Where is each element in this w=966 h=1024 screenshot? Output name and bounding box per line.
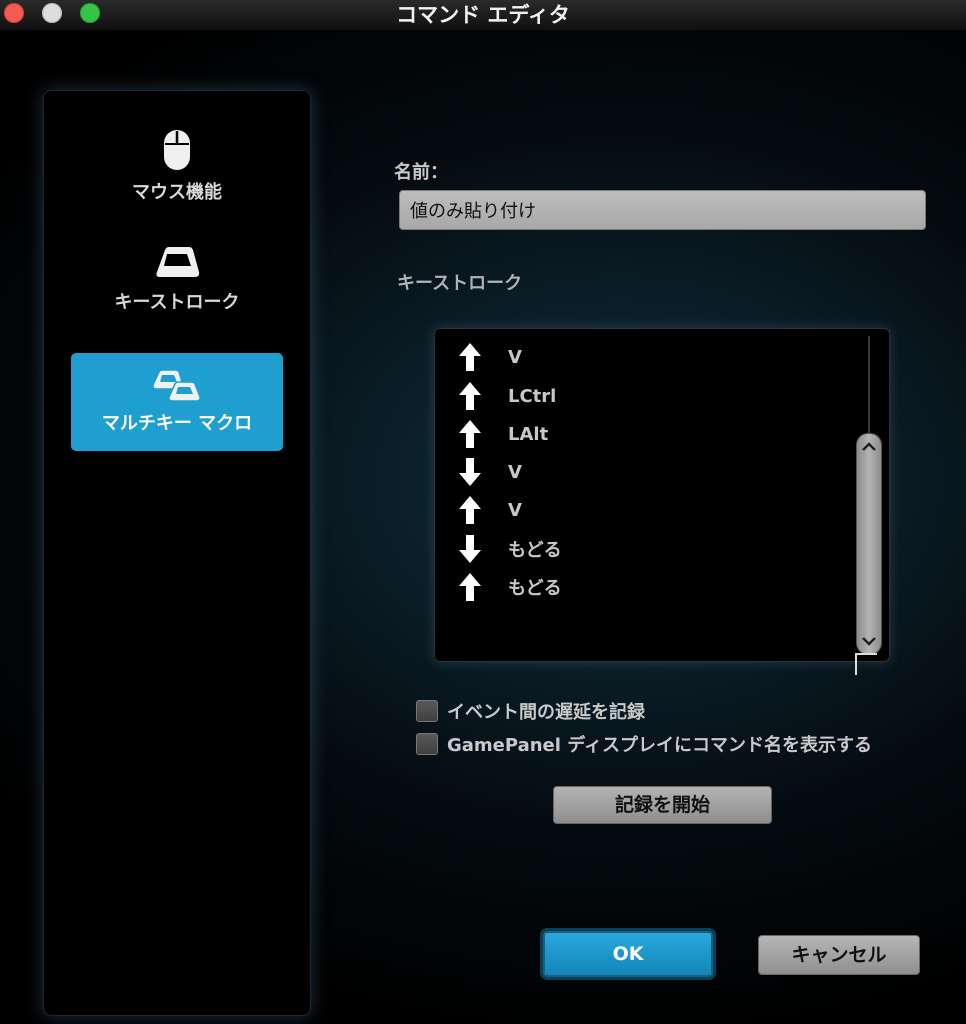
keystroke-key: V [508,461,522,483]
show-name-option[interactable]: GamePanel ディスプレイにコマンド名を表示する [416,731,872,757]
cancel-button[interactable]: キャンセル [758,935,920,975]
keystroke-key: LAlt [508,423,549,445]
keystroke-key: V [508,499,522,521]
record-delay-option[interactable]: イベント間の遅延を記録 [416,698,645,724]
keystroke-section-label: キーストローク [397,273,523,294]
list-item[interactable]: もどる [458,569,562,605]
sidebar-item-label: キーストローク [114,292,240,313]
title-bar: コマンド エディタ [0,0,966,30]
name-label: 名前： [394,162,448,183]
multi-key-icon [152,369,201,402]
record-delay-checkbox[interactable] [416,700,438,722]
key-up-arrow-icon [459,573,481,601]
sidebar-item-label: マウス機能 [132,182,222,203]
vertical-scrollbar[interactable] [856,433,882,655]
show-name-checkbox[interactable] [416,733,438,755]
key-up-arrow-icon [459,496,481,524]
list-item[interactable]: LCtrl [458,378,556,414]
key-up-arrow-icon [459,382,481,410]
chevron-down-icon[interactable] [860,634,878,648]
list-item[interactable]: LAlt [458,416,548,452]
sidebar: マウス機能 キーストローク マルチキー マクロ [43,90,311,1016]
window-title: コマンド エディタ [396,3,570,27]
list-item[interactable]: もどる [458,531,562,567]
sidebar-item-multikey-macro[interactable]: マルチキー マクロ [71,353,283,451]
keystroke-key: もどる [508,578,562,599]
key-down-arrow-icon [459,458,481,486]
sidebar-item-keystroke[interactable]: キーストローク [71,242,283,328]
sidebar-item-label: マルチキー マクロ [101,413,253,434]
command-editor-window: コマンド エディタ マウス機能 キーストローク マルチキー マクロ 名前： 値の… [0,0,966,1024]
key-up-arrow-icon [459,343,481,371]
resize-handle[interactable] [855,653,877,675]
ok-button[interactable]: OK [543,931,713,977]
name-input[interactable] [399,190,926,230]
list-item[interactable]: V [458,454,522,490]
key-up-arrow-icon [459,420,481,448]
start-recording-button[interactable]: 記録を開始 [553,786,772,824]
keystroke-key: V [508,346,522,368]
sidebar-item-mouse-function[interactable]: マウス機能 [71,126,283,212]
keystroke-key: もどる [508,540,562,561]
show-name-label: GamePanel ディスプレイにコマンド名を表示する [447,735,872,756]
key-icon [156,247,200,277]
scrollbar-track [868,336,870,436]
list-item[interactable]: V [458,492,522,528]
keystroke-list[interactable]: V LCtrl LAlt V V もどる もどる [434,328,890,662]
chevron-up-icon[interactable] [860,440,878,454]
list-item[interactable]: V [458,339,522,375]
key-down-arrow-icon [459,535,481,563]
keystroke-key: LCtrl [508,385,557,407]
record-delay-label: イベント間の遅延を記録 [447,702,645,723]
mouse-icon [164,130,190,170]
